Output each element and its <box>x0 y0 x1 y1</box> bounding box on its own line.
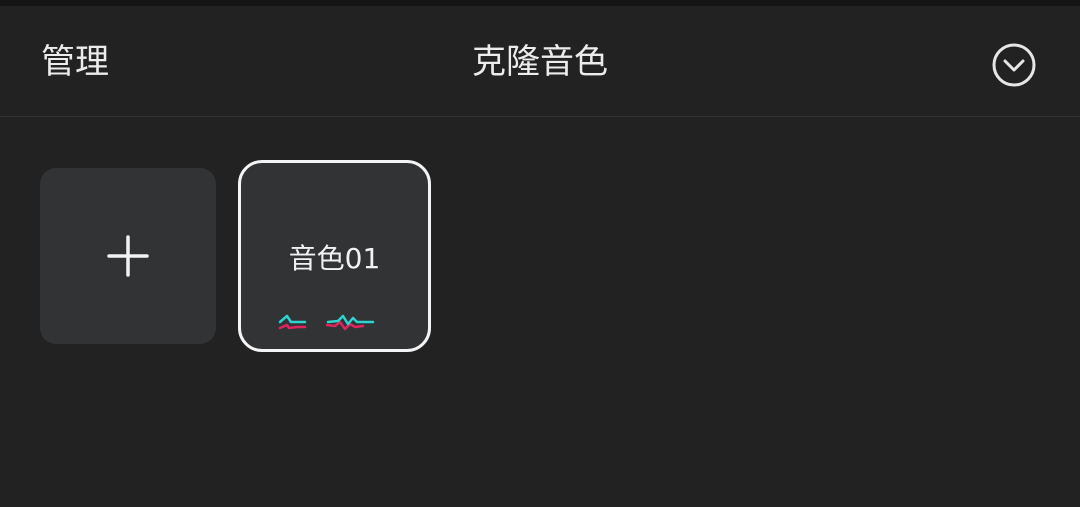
plus-icon <box>107 235 149 277</box>
waveform-icon <box>278 314 375 331</box>
add-voice-button[interactable] <box>40 168 216 344</box>
voice-card[interactable]: 音色01 <box>238 160 431 352</box>
header: 管理 克隆音色 <box>0 6 1080 117</box>
page-title: 克隆音色 <box>472 42 608 82</box>
header-divider <box>0 116 1080 117</box>
collapse-button[interactable] <box>990 41 1038 89</box>
voice-name: 音色01 <box>288 242 381 275</box>
chevron-down-circle-icon <box>992 43 1036 87</box>
